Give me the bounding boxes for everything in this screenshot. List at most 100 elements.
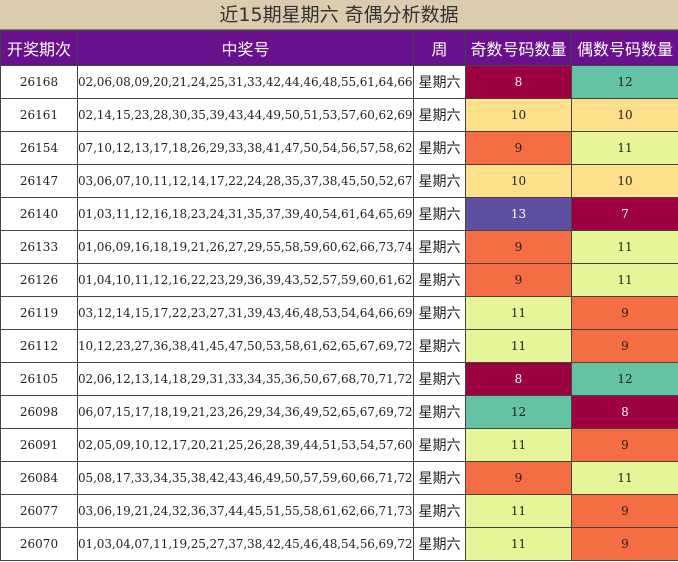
winning-numbers-cell: 03,06,07,10,11,12,14,17,22,24,28,35,37,3… bbox=[77, 164, 414, 198]
weekday-cell: 星期六 bbox=[413, 362, 466, 396]
period-cell: 26105 bbox=[0, 362, 78, 396]
weekday-cell: 星期六 bbox=[413, 428, 466, 462]
period-cell: 26154 bbox=[0, 131, 78, 165]
period-cell: 26084 bbox=[0, 461, 78, 495]
header-odd-count: 奇数号码数量 bbox=[465, 30, 572, 66]
table-row: 26119 03,12,14,15,17,22,23,27,31,39,43,46… bbox=[0, 296, 678, 330]
period-cell: 26133 bbox=[0, 230, 78, 264]
even-count-cell: 11 bbox=[571, 230, 678, 264]
header-even-count: 偶数号码数量 bbox=[571, 30, 678, 66]
table-row: 26105 02,06,12,13,14,18,29,31,33,34,35,36… bbox=[0, 362, 678, 396]
weekday-cell: 星期六 bbox=[413, 98, 466, 132]
weekday-cell: 星期六 bbox=[413, 296, 466, 330]
table-row: 26112 10,12,23,27,36,38,41,45,47,50,53,58… bbox=[0, 329, 678, 363]
winning-numbers-cell: 02,06,12,13,14,18,29,31,33,34,35,36,50,6… bbox=[77, 362, 414, 396]
winning-numbers-cell: 06,07,15,17,18,19,21,23,26,29,34,36,49,5… bbox=[77, 395, 414, 429]
even-count-cell: 9 bbox=[571, 428, 678, 462]
odd-count-cell: 10 bbox=[465, 164, 572, 198]
table-row: 26168 02,06,08,09,20,21,24,25,31,33,42,44… bbox=[0, 65, 678, 99]
winning-numbers-cell: 07,10,12,13,17,18,26,29,33,38,41,47,50,5… bbox=[77, 131, 414, 165]
weekday-cell: 星期六 bbox=[413, 494, 466, 528]
winning-numbers-cell: 03,12,14,15,17,22,23,27,31,39,43,46,48,5… bbox=[77, 296, 414, 330]
weekday-cell: 星期六 bbox=[413, 65, 466, 99]
even-count-cell: 9 bbox=[571, 296, 678, 330]
odd-even-table: 开奖期次 中奖号 周 奇数号码数量 偶数号码数量 26168 02,06,08,0… bbox=[0, 30, 678, 561]
odd-count-cell: 11 bbox=[465, 494, 572, 528]
period-cell: 26126 bbox=[0, 263, 78, 297]
odd-count-cell: 12 bbox=[465, 395, 572, 429]
weekday-cell: 星期六 bbox=[413, 263, 466, 297]
table-row: 26140 01,03,11,12,16,18,23,24,31,35,37,39… bbox=[0, 197, 678, 231]
period-cell: 26098 bbox=[0, 395, 78, 429]
period-cell: 26112 bbox=[0, 329, 78, 363]
odd-count-cell: 9 bbox=[465, 131, 572, 165]
winning-numbers-cell: 10,12,23,27,36,38,41,45,47,50,53,58,61,6… bbox=[77, 329, 414, 363]
odd-count-cell: 9 bbox=[465, 263, 572, 297]
winning-numbers-cell: 02,05,09,10,12,17,20,21,25,26,28,39,44,5… bbox=[77, 428, 414, 462]
even-count-cell: 10 bbox=[571, 164, 678, 198]
table-header-row: 开奖期次 中奖号 周 奇数号码数量 偶数号码数量 bbox=[0, 30, 678, 66]
winning-numbers-cell: 01,04,10,11,12,16,22,23,29,36,39,43,52,5… bbox=[77, 263, 414, 297]
weekday-cell: 星期六 bbox=[413, 527, 466, 561]
even-count-cell: 12 bbox=[571, 65, 678, 99]
header-weekday: 周 bbox=[413, 30, 466, 66]
weekday-cell: 星期六 bbox=[413, 230, 466, 264]
table-row: 26070 01,03,04,07,11,19,25,27,37,38,42,45… bbox=[0, 527, 678, 561]
winning-numbers-cell: 01,06,09,16,18,19,21,26,27,29,55,58,59,6… bbox=[77, 230, 414, 264]
table-row: 26084 05,08,17,33,34,35,38,42,43,46,49,50… bbox=[0, 461, 678, 495]
winning-numbers-cell: 05,08,17,33,34,35,38,42,43,46,49,50,57,5… bbox=[77, 461, 414, 495]
even-count-cell: 12 bbox=[571, 362, 678, 396]
winning-numbers-cell: 02,14,15,23,28,30,35,39,43,44,49,50,51,5… bbox=[77, 98, 414, 132]
odd-count-cell: 8 bbox=[465, 65, 572, 99]
odd-count-cell: 11 bbox=[465, 527, 572, 561]
even-count-cell: 10 bbox=[571, 98, 678, 132]
winning-numbers-cell: 01,03,04,07,11,19,25,27,37,38,42,45,46,4… bbox=[77, 527, 414, 561]
period-cell: 26077 bbox=[0, 494, 78, 528]
table-row: 26147 03,06,07,10,11,12,14,17,22,24,28,35… bbox=[0, 164, 678, 198]
period-cell: 26161 bbox=[0, 98, 78, 132]
odd-count-cell: 10 bbox=[465, 98, 572, 132]
even-count-cell: 11 bbox=[571, 461, 678, 495]
weekday-cell: 星期六 bbox=[413, 164, 466, 198]
period-cell: 26168 bbox=[0, 65, 78, 99]
weekday-cell: 星期六 bbox=[413, 329, 466, 363]
table-row: 26091 02,05,09,10,12,17,20,21,25,26,28,39… bbox=[0, 428, 678, 462]
winning-numbers-cell: 03,06,19,21,24,32,36,37,44,45,51,55,58,6… bbox=[77, 494, 414, 528]
odd-count-cell: 11 bbox=[465, 329, 572, 363]
winning-numbers-cell: 02,06,08,09,20,21,24,25,31,33,42,44,46,4… bbox=[77, 65, 414, 99]
odd-count-cell: 8 bbox=[465, 362, 572, 396]
odd-count-cell: 9 bbox=[465, 230, 572, 264]
even-count-cell: 11 bbox=[571, 131, 678, 165]
odd-count-cell: 11 bbox=[465, 296, 572, 330]
weekday-cell: 星期六 bbox=[413, 131, 466, 165]
page: 近15期星期六 奇偶分析数据 开奖期次 中奖号 周 奇数号码数量 偶数号码数量 … bbox=[0, 0, 678, 562]
table-row: 26154 07,10,12,13,17,18,26,29,33,38,41,47… bbox=[0, 131, 678, 165]
page-title: 近15期星期六 奇偶分析数据 bbox=[0, 0, 678, 30]
table-row: 26161 02,14,15,23,28,30,35,39,43,44,49,50… bbox=[0, 98, 678, 132]
weekday-cell: 星期六 bbox=[413, 461, 466, 495]
even-count-cell: 9 bbox=[571, 494, 678, 528]
table-row: 26133 01,06,09,16,18,19,21,26,27,29,55,58… bbox=[0, 230, 678, 264]
table-row: 26126 01,04,10,11,12,16,22,23,29,36,39,43… bbox=[0, 263, 678, 297]
odd-count-cell: 13 bbox=[465, 197, 572, 231]
weekday-cell: 星期六 bbox=[413, 395, 466, 429]
odd-count-cell: 11 bbox=[465, 428, 572, 462]
even-count-cell: 7 bbox=[571, 197, 678, 231]
table-row: 26077 03,06,19,21,24,32,36,37,44,45,51,55… bbox=[0, 494, 678, 528]
period-cell: 26091 bbox=[0, 428, 78, 462]
even-count-cell: 9 bbox=[571, 527, 678, 561]
period-cell: 26119 bbox=[0, 296, 78, 330]
period-cell: 26147 bbox=[0, 164, 78, 198]
table-row: 26098 06,07,15,17,18,19,21,23,26,29,34,36… bbox=[0, 395, 678, 429]
period-cell: 26070 bbox=[0, 527, 78, 561]
table-body: 26168 02,06,08,09,20,21,24,25,31,33,42,44… bbox=[0, 65, 678, 561]
odd-count-cell: 9 bbox=[465, 461, 572, 495]
even-count-cell: 8 bbox=[571, 395, 678, 429]
weekday-cell: 星期六 bbox=[413, 197, 466, 231]
header-numbers: 中奖号 bbox=[77, 30, 414, 66]
period-cell: 26140 bbox=[0, 197, 78, 231]
header-period: 开奖期次 bbox=[0, 30, 78, 66]
even-count-cell: 11 bbox=[571, 263, 678, 297]
even-count-cell: 9 bbox=[571, 329, 678, 363]
winning-numbers-cell: 01,03,11,12,16,18,23,24,31,35,37,39,40,5… bbox=[77, 197, 414, 231]
